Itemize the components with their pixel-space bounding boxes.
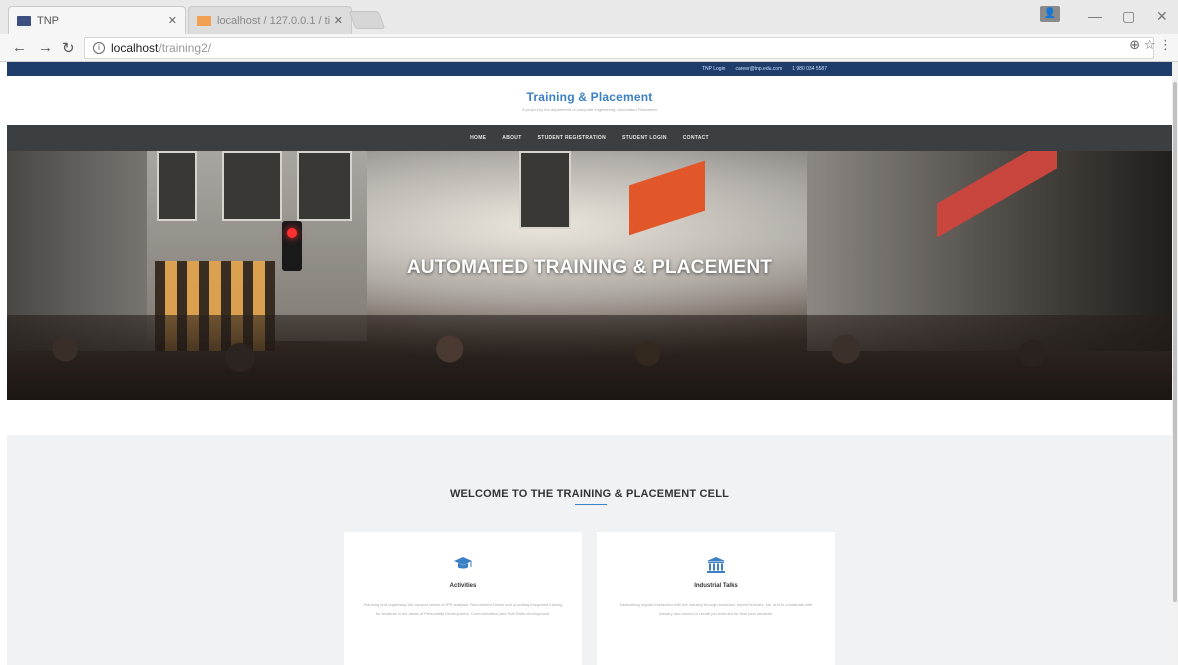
welcome-section: WELCOME TO THE TRAINING & PLACEMENT CELL…: [7, 435, 1172, 665]
hero-banner: AUTOMATED TRAINING & PLACEMENT: [7, 151, 1172, 400]
site-header: Training & Placement A project by the de…: [7, 76, 1172, 125]
restore-icon[interactable]: ▢: [1122, 8, 1135, 25]
tnp-favicon-icon: [17, 15, 31, 26]
web-page: TNP Login career@tnp.edu.com 1 980 034 5…: [7, 62, 1172, 665]
site-subtitle: A project by the department of computer …: [522, 106, 657, 112]
card-description: Planning and organising the campus drive…: [363, 602, 563, 616]
topbar-phone: 1 980 034 5587: [792, 66, 827, 72]
info-icon[interactable]: i: [93, 42, 105, 54]
profile-avatar-icon[interactable]: 👤: [1040, 6, 1060, 22]
graduation-cap-icon: [344, 556, 582, 574]
site-title[interactable]: Training & Placement: [526, 90, 652, 104]
browser-toolbar: ← → ↻ i localhost /training2/ ⊕ ☆ ⋮: [0, 34, 1178, 62]
hero-photo-flag: [629, 160, 705, 236]
browser-tab-inactive[interactable]: localhost / 127.0.0.1 / ti ✕: [188, 6, 352, 34]
phpmyadmin-favicon-icon: [197, 15, 211, 26]
industrial-talks-card: Industrial Talks Networking regular inte…: [597, 532, 835, 665]
address-path: /training2/: [158, 41, 212, 55]
minimize-icon[interactable]: —: [1088, 8, 1102, 24]
forward-arrow-icon[interactable]: →: [38, 39, 53, 56]
hero-title: AUTOMATED TRAINING & PLACEMENT: [406, 257, 773, 278]
hero-photo-window: [297, 151, 352, 221]
hero-photo-window: [222, 151, 282, 221]
activities-card: Activities Planning and organising the c…: [344, 532, 582, 665]
bookmark-star-icon[interactable]: ☆: [1144, 37, 1156, 52]
browser-tab-strip: TNP ✕ localhost / 127.0.0.1 / ti ✕ 👤 — ▢…: [0, 0, 1178, 34]
address-bar[interactable]: i localhost /training2/: [84, 37, 1154, 59]
card-description: Networking regular interaction with the …: [619, 602, 813, 616]
hero-photo-window: [157, 151, 197, 221]
topbar-email[interactable]: career@tnp.edu.com: [735, 66, 782, 72]
hero-photo-crowd: [7, 315, 1172, 400]
scrollbar-thumb[interactable]: [1173, 82, 1177, 602]
toolbar-icons: ⊕ ☆ ⋮: [1129, 37, 1172, 53]
nav-student-login[interactable]: STUDENT LOGIN: [622, 135, 667, 141]
page-scrollbar[interactable]: [1172, 62, 1178, 665]
card-title: Industrial Talks: [694, 583, 738, 589]
back-arrow-icon[interactable]: ←: [12, 39, 27, 56]
tab-close-icon[interactable]: ✕: [334, 14, 343, 27]
zoom-icon[interactable]: ⊕: [1129, 37, 1140, 52]
nav-home[interactable]: HOME: [470, 135, 486, 141]
tab-title: localhost / 127.0.0.1 / ti: [217, 14, 331, 27]
nav-contact[interactable]: CONTACT: [683, 135, 709, 141]
reload-icon[interactable]: ↻: [62, 39, 75, 57]
contact-topbar: TNP Login career@tnp.edu.com 1 980 034 5…: [7, 62, 1172, 76]
hero-photo-window: [519, 151, 571, 229]
menu-dots-icon[interactable]: ⋮: [1159, 37, 1172, 52]
heading-underline: [575, 504, 607, 505]
institution-icon: [597, 556, 835, 574]
tab-title: TNP: [37, 14, 59, 27]
new-tab-button[interactable]: [348, 11, 386, 29]
tab-close-icon[interactable]: ✕: [168, 14, 177, 27]
close-icon[interactable]: ✕: [1156, 8, 1168, 25]
browser-tab-active[interactable]: TNP ✕: [8, 6, 186, 34]
welcome-heading: WELCOME TO THE TRAINING & PLACEMENT CELL: [449, 488, 730, 500]
topbar-login-link[interactable]: TNP Login: [702, 66, 726, 72]
nav-about[interactable]: ABOUT: [502, 135, 521, 141]
nav-student-registration[interactable]: STUDENT REGISTRATION: [538, 135, 606, 141]
main-navbar: HOME ABOUT STUDENT REGISTRATION STUDENT …: [7, 125, 1172, 151]
card-title: Activities: [449, 583, 477, 589]
address-host: localhost: [111, 41, 159, 55]
